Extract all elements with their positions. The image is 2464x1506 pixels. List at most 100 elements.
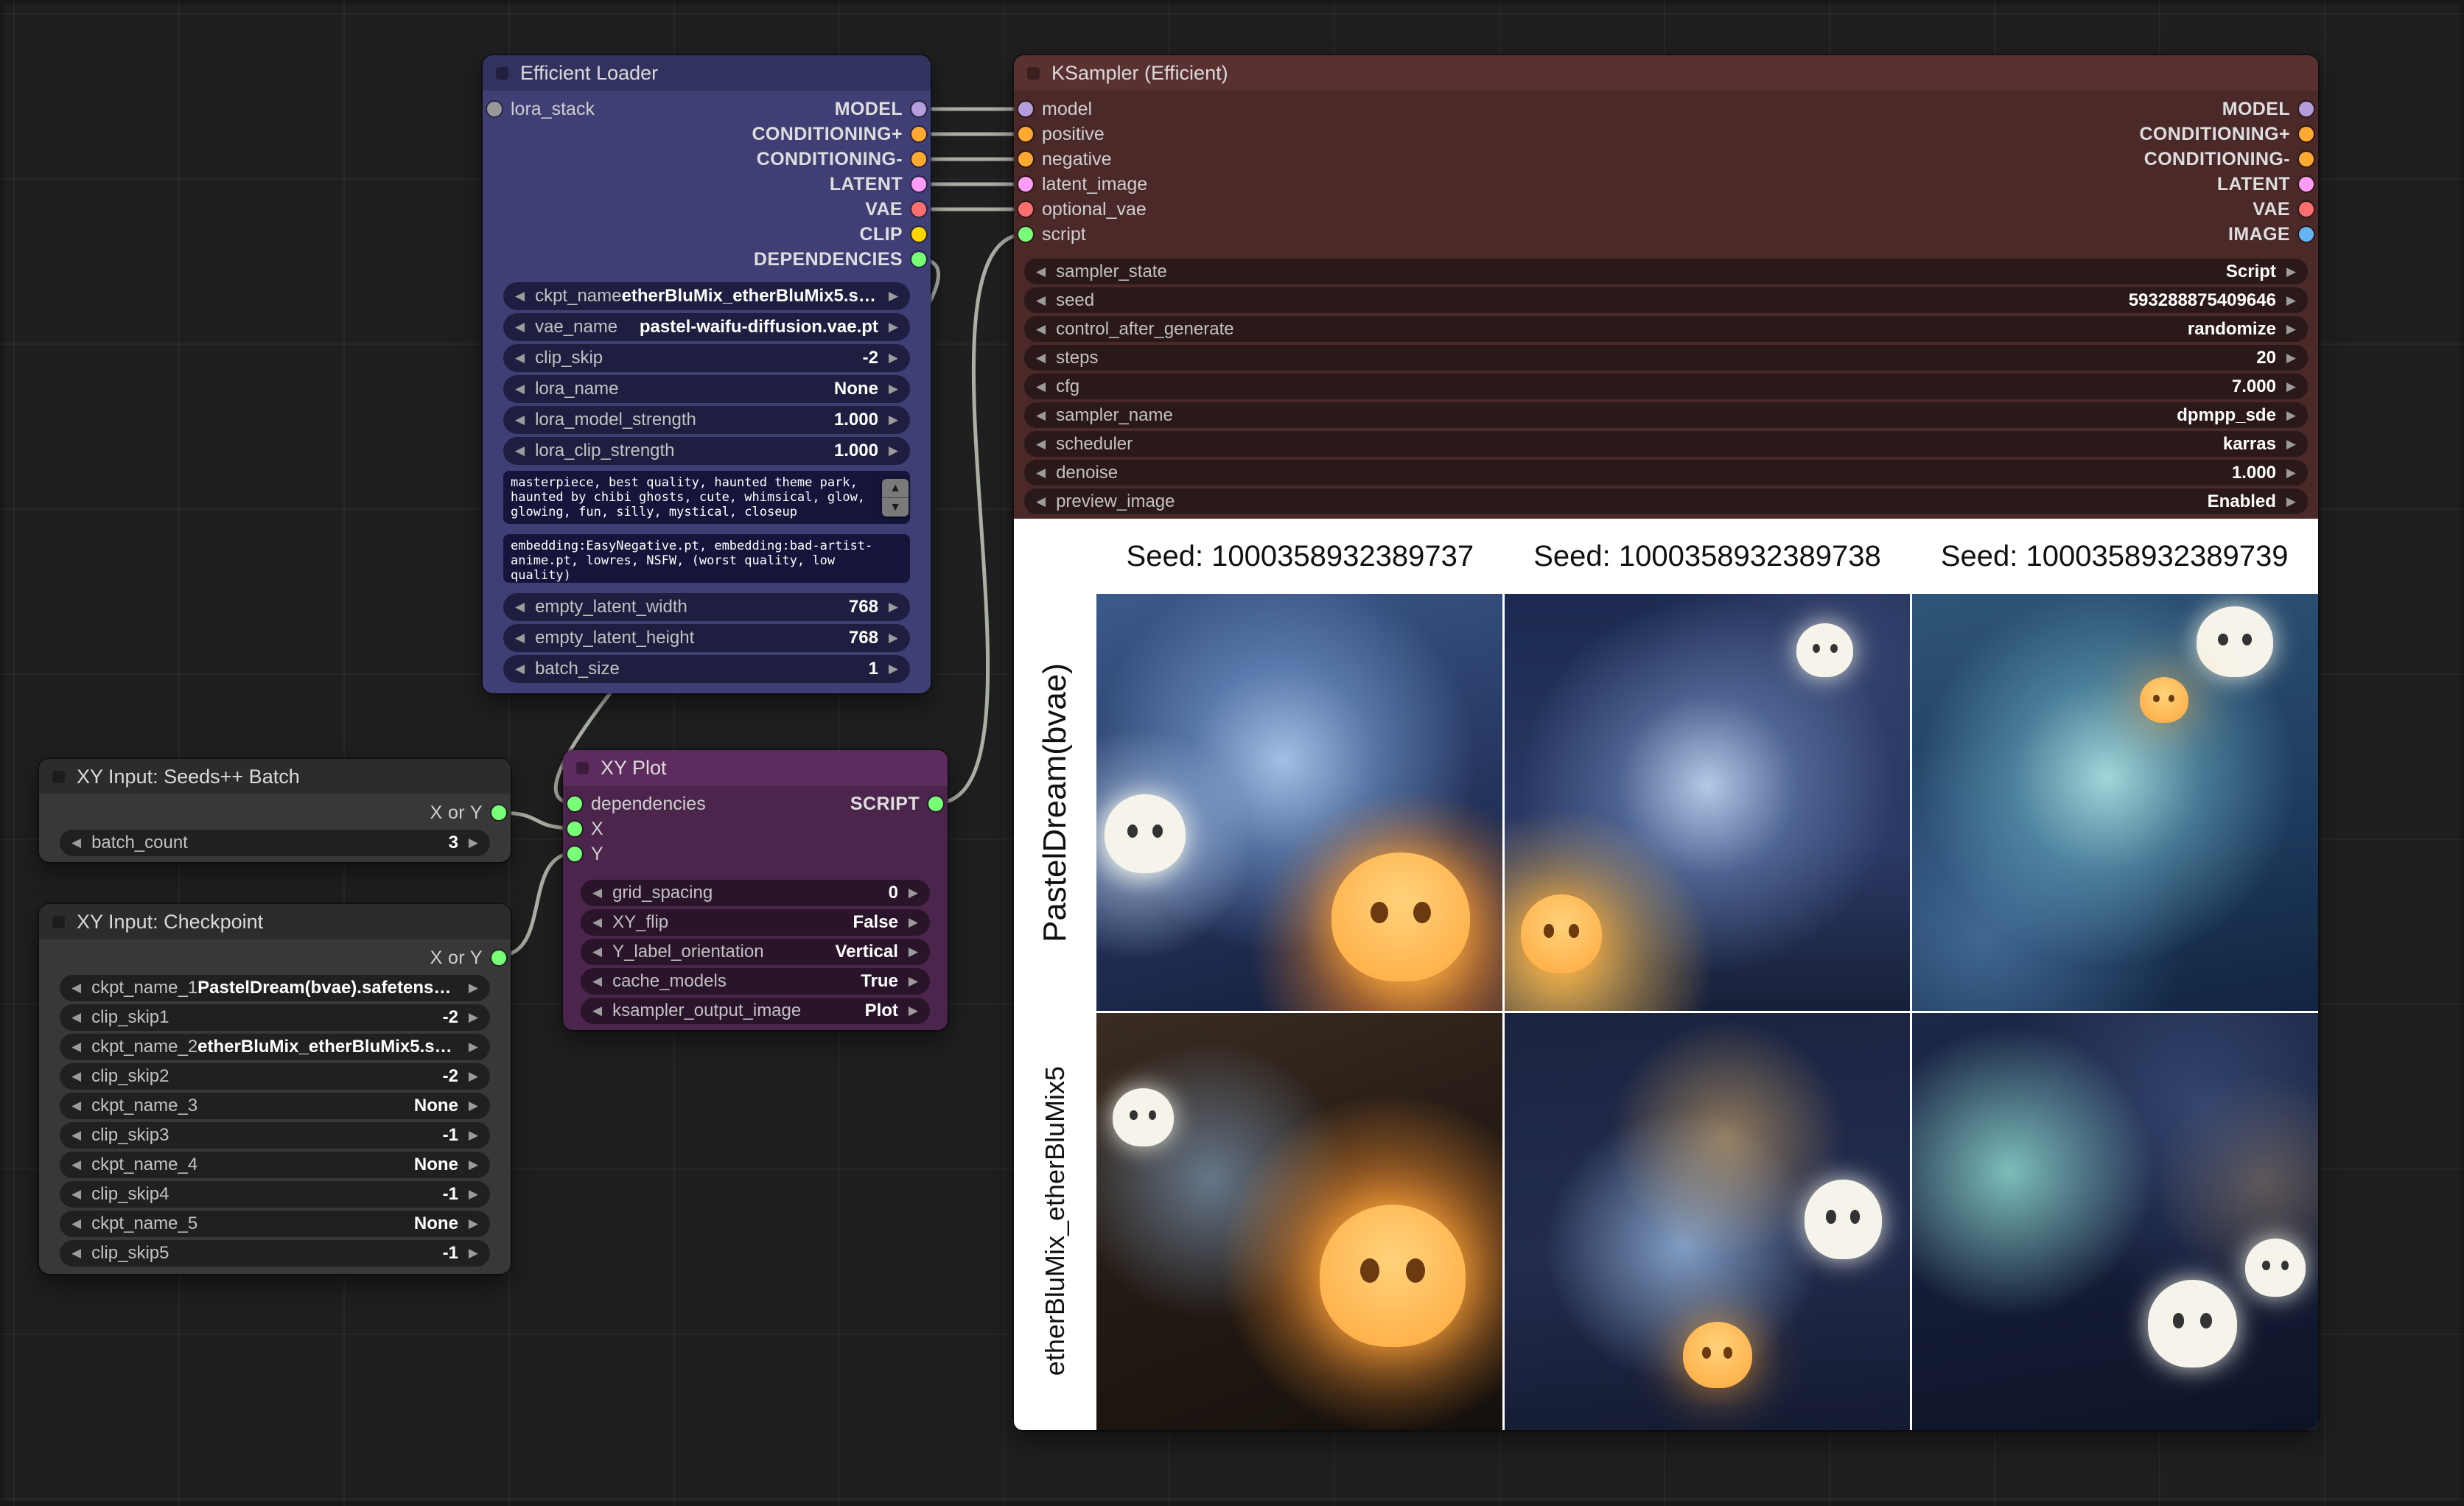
output-dot-model[interactable]: [2299, 102, 2314, 116]
input-slot-lora-stack[interactable]: lora_stack: [487, 99, 595, 120]
increment-arrow-icon[interactable]: ▶: [469, 981, 478, 995]
input-dot-y[interactable]: [567, 847, 582, 861]
node-xy-plot[interactable]: XY Plot dependencies SCRIPT X Y: [563, 750, 948, 1030]
increment-arrow-icon[interactable]: ▶: [889, 320, 898, 335]
decrement-arrow-icon[interactable]: ◀: [1036, 494, 1046, 509]
widget-y-label-orientation[interactable]: ◀ Y_label_orientation Vertical ▶: [581, 939, 930, 965]
decrement-arrow-icon[interactable]: ◀: [1036, 408, 1046, 423]
increment-arrow-icon[interactable]: ▶: [889, 289, 898, 304]
output-dot-dependencies[interactable]: [911, 252, 926, 267]
output-dot-model[interactable]: [911, 102, 926, 116]
node-xy-input-checkpoint[interactable]: XY Input: Checkpoint X or Y ◀ ckpt_name_…: [39, 904, 511, 1274]
output-slot-image[interactable]: IMAGE: [2228, 224, 2314, 245]
decrement-arrow-icon[interactable]: ◀: [515, 444, 525, 458]
increment-arrow-icon[interactable]: ▶: [889, 413, 898, 427]
output-dot-image[interactable]: [2299, 227, 2314, 242]
input-slot-y[interactable]: Y: [567, 844, 603, 865]
decrement-arrow-icon[interactable]: ◀: [515, 289, 525, 304]
output-slot-vae[interactable]: VAE: [2253, 199, 2314, 220]
increment-arrow-icon[interactable]: ▶: [909, 974, 918, 989]
increment-arrow-icon[interactable]: ▶: [889, 351, 898, 365]
increment-arrow-icon[interactable]: ▶: [469, 836, 478, 850]
input-dot-dependencies[interactable]: [567, 796, 582, 811]
output-slot-script[interactable]: SCRIPT: [850, 794, 943, 815]
decrement-arrow-icon[interactable]: ◀: [71, 1069, 81, 1084]
widget-steps[interactable]: ◀ steps 20 ▶: [1024, 345, 2308, 371]
decrement-arrow-icon[interactable]: ◀: [1036, 293, 1046, 308]
widget-clip-skip[interactable]: ◀ clip_skip -2 ▶: [503, 344, 910, 372]
decrement-arrow-icon[interactable]: ◀: [71, 1099, 81, 1113]
textarea-scroll-buttons[interactable]: ▲ ▼: [882, 479, 909, 516]
node-xy-input-seeds-batch[interactable]: XY Input: Seeds++ Batch X or Y ◀ batch_c…: [39, 759, 511, 862]
input-slot-x[interactable]: X: [567, 819, 603, 840]
decrement-arrow-icon[interactable]: ◀: [515, 631, 525, 645]
output-dot-conditioning-plus[interactable]: [2299, 127, 2314, 141]
widget-grid-spacing[interactable]: ◀ grid_spacing 0 ▶: [581, 880, 930, 906]
decrement-arrow-icon[interactable]: ◀: [71, 981, 81, 995]
increment-arrow-icon[interactable]: ▶: [2286, 322, 2296, 337]
input-slot-negative[interactable]: negative: [1018, 149, 1112, 170]
decrement-arrow-icon[interactable]: ◀: [515, 351, 525, 365]
decrement-arrow-icon[interactable]: ◀: [71, 1157, 81, 1172]
widget-denoise[interactable]: ◀ denoise 1.000 ▶: [1024, 460, 2308, 486]
output-dot-clip[interactable]: [911, 227, 926, 242]
collapse-toggle-icon[interactable]: [1027, 67, 1040, 80]
scroll-down-icon[interactable]: ▼: [882, 497, 909, 516]
widget-ckpt-name-3[interactable]: ◀ ckpt_name_3 None ▶: [60, 1093, 490, 1119]
output-dot-x-or-y[interactable]: [491, 805, 506, 820]
widget-ckpt-name-4[interactable]: ◀ ckpt_name_4 None ▶: [60, 1152, 490, 1178]
decrement-arrow-icon[interactable]: ◀: [71, 1246, 81, 1261]
node-ksampler-efficient[interactable]: KSampler (Efficient) model MODEL positiv…: [1014, 55, 2318, 1430]
decrement-arrow-icon[interactable]: ◀: [1036, 437, 1046, 452]
output-dot-vae[interactable]: [2299, 202, 2314, 217]
input-dot-x[interactable]: [567, 822, 582, 836]
increment-arrow-icon[interactable]: ▶: [2286, 293, 2296, 308]
increment-arrow-icon[interactable]: ▶: [909, 945, 918, 959]
increment-arrow-icon[interactable]: ▶: [909, 886, 918, 900]
input-slot-positive[interactable]: positive: [1018, 124, 1105, 145]
output-slot-model[interactable]: MODEL: [2222, 99, 2314, 120]
input-dot-negative[interactable]: [1018, 152, 1033, 167]
widget-lora-clip-strength[interactable]: ◀ lora_clip_strength 1.000 ▶: [503, 437, 910, 465]
increment-arrow-icon[interactable]: ▶: [469, 1099, 478, 1113]
output-dot-latent[interactable]: [911, 177, 926, 192]
input-slot-latent-image[interactable]: latent_image: [1018, 174, 1147, 195]
widget-ksampler-output-image[interactable]: ◀ ksampler_output_image Plot ▶: [581, 998, 930, 1024]
input-dot-model[interactable]: [1018, 102, 1033, 116]
widget-ckpt-name[interactable]: ◀ ckpt_name etherBluMix_etherBluMix5.saf…: [503, 282, 910, 310]
output-dot-x-or-y[interactable]: [491, 950, 506, 965]
increment-arrow-icon[interactable]: ▶: [2286, 379, 2296, 394]
increment-arrow-icon[interactable]: ▶: [469, 1157, 478, 1172]
increment-arrow-icon[interactable]: ▶: [469, 1216, 478, 1231]
output-slot-latent[interactable]: LATENT: [2217, 174, 2314, 195]
input-dot-positive[interactable]: [1018, 127, 1033, 141]
widget-control-after-generate[interactable]: ◀ control_after_generate randomize ▶: [1024, 316, 2308, 342]
input-dot-lora-stack[interactable]: [487, 102, 502, 116]
increment-arrow-icon[interactable]: ▶: [2286, 265, 2296, 279]
input-slot-dependencies[interactable]: dependencies: [567, 794, 706, 815]
increment-arrow-icon[interactable]: ▶: [2286, 437, 2296, 452]
widget-batch-count[interactable]: ◀ batch_count 3 ▶: [60, 830, 490, 856]
output-slot-latent[interactable]: LATENT: [830, 174, 926, 195]
widget-vae-name[interactable]: ◀ vae_name pastel-waifu-diffusion.vae.pt…: [503, 313, 910, 341]
increment-arrow-icon[interactable]: ▶: [889, 444, 898, 458]
increment-arrow-icon[interactable]: ▶: [889, 631, 898, 645]
output-dot-conditioning-minus[interactable]: [911, 152, 926, 167]
decrement-arrow-icon[interactable]: ◀: [71, 1040, 81, 1054]
widget-xy-flip[interactable]: ◀ XY_flip False ▶: [581, 909, 930, 936]
checkpoint-header[interactable]: XY Input: Checkpoint: [39, 904, 511, 939]
decrement-arrow-icon[interactable]: ◀: [71, 1187, 81, 1202]
input-slot-optional-vae[interactable]: optional_vae: [1018, 199, 1147, 220]
widget-clip-skip4[interactable]: ◀ clip_skip4 -1 ▶: [60, 1181, 490, 1208]
decrement-arrow-icon[interactable]: ◀: [592, 1004, 602, 1018]
decrement-arrow-icon[interactable]: ◀: [1036, 466, 1046, 480]
decrement-arrow-icon[interactable]: ◀: [592, 974, 602, 989]
output-slot-model[interactable]: MODEL: [835, 99, 926, 120]
collapse-toggle-icon[interactable]: [496, 67, 508, 80]
increment-arrow-icon[interactable]: ▶: [889, 600, 898, 614]
increment-arrow-icon[interactable]: ▶: [909, 1004, 918, 1018]
input-slot-model[interactable]: model: [1018, 99, 1092, 120]
collapse-toggle-icon[interactable]: [52, 916, 65, 928]
decrement-arrow-icon[interactable]: ◀: [592, 886, 602, 900]
widget-sampler-name[interactable]: ◀ sampler_name dpmpp_sde ▶: [1024, 402, 2308, 428]
